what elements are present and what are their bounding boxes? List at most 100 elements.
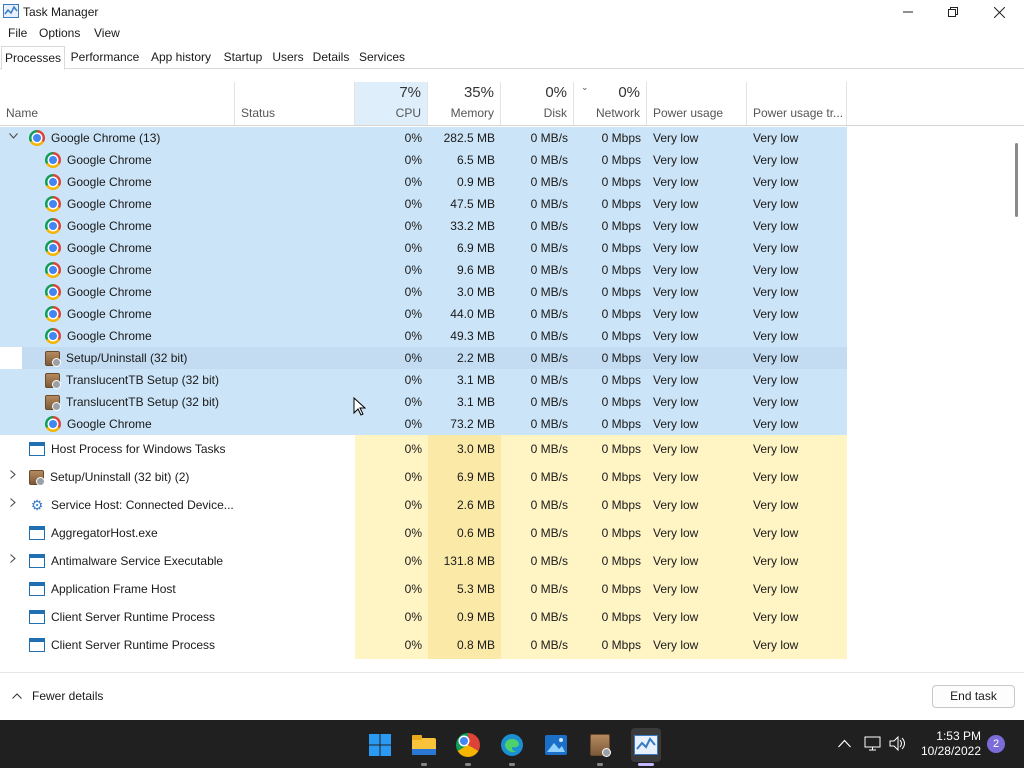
file-explorer-button[interactable] <box>411 732 437 758</box>
process-row[interactable]: TranslucentTB Setup (32 bit) 0% 3.1 MB 0 MB… <box>0 391 1014 413</box>
tab-app-history[interactable]: App history <box>146 46 216 69</box>
process-row[interactable]: AggregatorHost.exe 0% 0.6 MB 0 MB/s 0 Mbps Ve… <box>0 519 1014 547</box>
memory-cell: 6.9 MB <box>456 241 495 255</box>
cpu-cell: 0% <box>404 498 422 512</box>
column-status[interactable]: Status <box>235 82 355 125</box>
cpu-cell: 0% <box>404 241 422 255</box>
chevron-right-icon[interactable] <box>8 498 18 510</box>
column-status-label: Status <box>241 106 276 120</box>
disk-cell: 0 MB/s <box>530 526 568 540</box>
process-name: Google Chrome <box>67 175 152 189</box>
end-task-button[interactable]: End task <box>932 685 1015 708</box>
task-manager-taskbar-button[interactable] <box>631 728 661 762</box>
network-cell: 0 Mbps <box>601 638 641 652</box>
memory-cell: 282.5 MB <box>443 131 495 145</box>
column-name[interactable]: Name <box>0 82 235 125</box>
process-row[interactable]: Google Chrome 0% 6.5 MB 0 MB/s 0 Mbps Very lo… <box>0 149 1014 171</box>
notification-badge[interactable]: 2 <box>987 735 1005 753</box>
volume-icon[interactable] <box>889 736 906 751</box>
network-cell: 0 Mbps <box>601 442 641 456</box>
tab-services[interactable]: Services <box>356 46 408 69</box>
minimize-button[interactable] <box>885 0 931 24</box>
process-row[interactable]: Google Chrome 0% 47.5 MB 0 MB/s 0 Mbps Very l… <box>0 193 1014 215</box>
photos-button[interactable] <box>543 732 569 758</box>
process-row[interactable]: TranslucentTB Setup (32 bit) 0% 3.1 MB 0 MB… <box>0 369 1014 391</box>
menu-options[interactable]: Options <box>39 26 80 40</box>
network-cell: 0 Mbps <box>601 351 641 365</box>
chrome-button[interactable] <box>455 732 481 758</box>
process-row[interactable]: Application Frame Host 0% 5.3 MB 0 MB/s 0 Mb… <box>0 575 1014 603</box>
tab-users[interactable]: Users <box>270 46 306 69</box>
tab-performance[interactable]: Performance <box>66 46 144 69</box>
process-row[interactable]: Google Chrome 0% 3.0 MB 0 MB/s 0 Mbps Very lo… <box>0 281 1014 303</box>
column-cpu[interactable]: 7% CPU <box>355 82 428 125</box>
menu-view[interactable]: View <box>94 26 120 40</box>
process-name-cell: TranslucentTB Setup (32 bit) <box>45 369 365 391</box>
cpu-total: 7% <box>399 84 421 101</box>
memory-cell: 3.0 MB <box>456 285 495 299</box>
column-disk[interactable]: 0% Disk <box>501 82 574 125</box>
process-row[interactable]: Google Chrome 0% 49.3 MB 0 MB/s 0 Mbps Very l… <box>0 325 1014 347</box>
power-usage-cell: Very low <box>653 395 699 409</box>
chrome-icon <box>45 152 61 168</box>
menu-file[interactable]: File <box>8 26 27 40</box>
disk-cell: 0 MB/s <box>530 470 568 484</box>
power-usage-trend-cell: Very low <box>753 638 799 652</box>
app-window-icon <box>29 610 45 624</box>
network-cell: 0 Mbps <box>601 329 641 343</box>
network-cell: 0 Mbps <box>601 219 641 233</box>
process-row[interactable]: Google Chrome 0% 6.9 MB 0 MB/s 0 Mbps Very lo… <box>0 237 1014 259</box>
column-network[interactable]: ⌄ 0% Network <box>574 82 647 125</box>
cpu-cell: 0% <box>404 417 422 431</box>
chevron-down-icon[interactable] <box>8 131 18 142</box>
process-group-row[interactable]: Google Chrome (13) 0% 282.5 MB 0 MB/s 0 Mbps… <box>0 127 1014 149</box>
close-button[interactable] <box>976 0 1022 24</box>
tab-processes[interactable]: Processes <box>1 46 65 70</box>
column-memory[interactable]: 35% Memory <box>428 82 501 125</box>
process-row[interactable]: ⚙ Service Host: Connected Device... 0% 2.6 … <box>0 491 1014 519</box>
installer-box-icon <box>45 394 61 411</box>
edge-icon <box>501 734 523 756</box>
chrome-icon <box>45 240 61 256</box>
chrome-icon <box>45 284 61 300</box>
memory-cell: 47.5 MB <box>450 197 495 211</box>
process-row[interactable]: Google Chrome 0% 44.0 MB 0 MB/s 0 Mbps Very l… <box>0 303 1014 325</box>
network-cell: 0 Mbps <box>601 373 641 387</box>
show-hidden-icons-chevron-icon[interactable] <box>838 739 851 748</box>
edge-button[interactable] <box>499 732 525 758</box>
process-row[interactable]: Setup/Uninstall (32 bit) (2) 0% 6.9 MB 0 MB… <box>0 463 1014 491</box>
power-usage-cell: Very low <box>653 373 699 387</box>
chevron-right-icon[interactable] <box>8 470 18 482</box>
power-usage-cell: Very low <box>653 219 699 233</box>
process-name-cell: AggregatorHost.exe <box>29 519 349 547</box>
process-row[interactable]: Host Process for Windows Tasks 0% 3.0 MB 0 … <box>0 435 1014 463</box>
process-row[interactable]: Antimalware Service Executable 0% 131.8 MB… <box>0 547 1014 575</box>
column-power-usage-trend[interactable]: Power usage tr... <box>747 82 847 125</box>
process-row[interactable]: Google Chrome 0% 73.2 MB 0 MB/s 0 Mbps Very l… <box>0 413 1014 435</box>
process-row[interactable]: Client Server Runtime Process 0% 0.8 MB 0 M… <box>0 631 1014 659</box>
restore-icon <box>948 7 958 17</box>
power-usage-trend-cell: Very low <box>753 131 799 145</box>
cpu-cell: 0% <box>404 373 422 387</box>
process-row[interactable]: Setup/Uninstall (32 bit) 0% 2.2 MB 0 MB/s 0 … <box>0 347 1014 369</box>
tab-startup[interactable]: Startup <box>218 46 268 69</box>
chevron-right-icon[interactable] <box>8 554 18 566</box>
cpu-cell: 0% <box>404 197 422 211</box>
tab-details[interactable]: Details <box>308 46 354 69</box>
process-row[interactable]: Google Chrome 0% 33.2 MB 0 MB/s 0 Mbps Very l… <box>0 215 1014 237</box>
fewer-details-button[interactable]: Fewer details <box>12 689 103 703</box>
app-window-icon <box>29 526 45 540</box>
vertical-scrollbar[interactable] <box>1010 127 1024 670</box>
process-row[interactable]: Google Chrome 0% 9.6 MB 0 MB/s 0 Mbps Very lo… <box>0 259 1014 281</box>
clock[interactable]: 1:53 PM 10/28/2022 <box>921 729 981 759</box>
maximize-button[interactable] <box>930 0 976 24</box>
disk-cell: 0 MB/s <box>530 351 568 365</box>
process-row[interactable]: Client Server Runtime Process 0% 0.9 MB 0 M… <box>0 603 1014 631</box>
process-row[interactable]: Google Chrome 0% 0.9 MB 0 MB/s 0 Mbps Very lo… <box>0 171 1014 193</box>
column-power-usage[interactable]: Power usage <box>647 82 747 125</box>
scrollbar-thumb[interactable] <box>1015 143 1018 217</box>
network-icon[interactable] <box>864 736 881 751</box>
chrome-running-indicator <box>465 763 471 766</box>
start-button[interactable] <box>367 732 393 758</box>
setup-button[interactable] <box>587 732 613 758</box>
